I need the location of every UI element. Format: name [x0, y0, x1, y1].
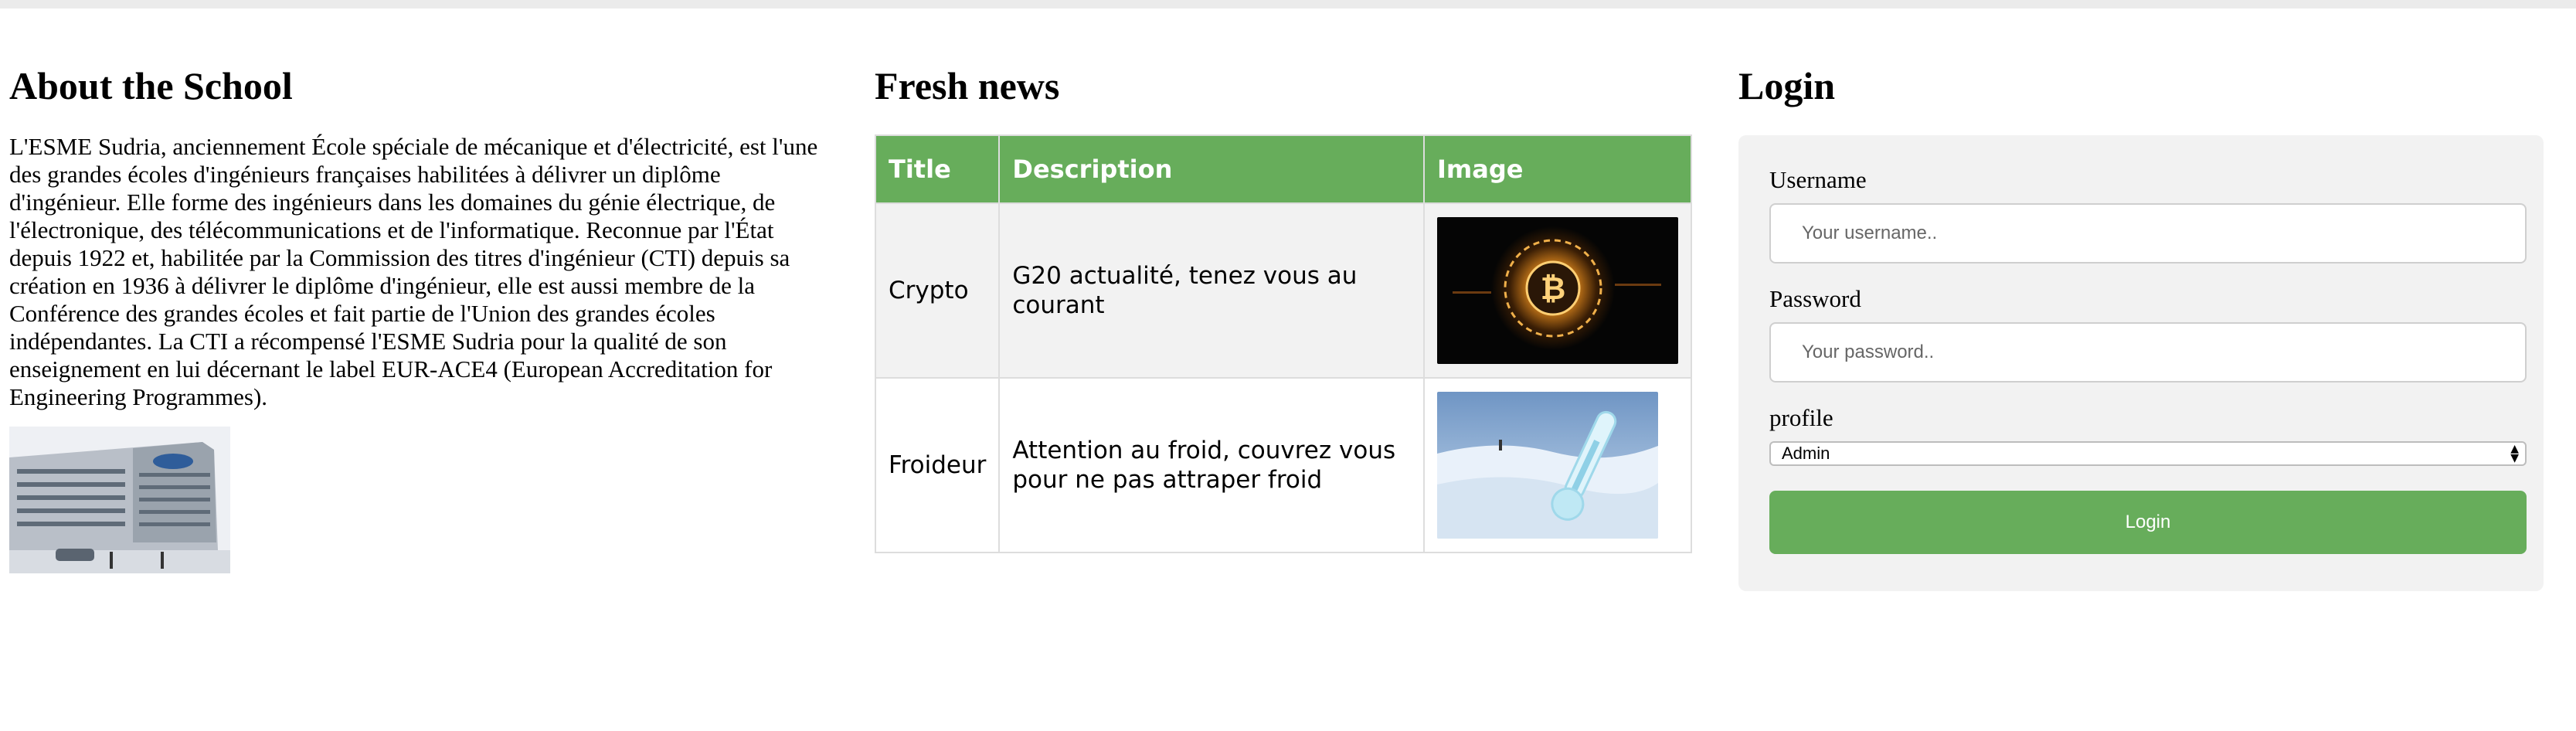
table-row: Crypto G20 actualité, tenez vous au cour…	[874, 202, 1692, 379]
about-title: About the School	[9, 64, 293, 107]
news-table: Title Description Image Crypto G20 actua…	[874, 134, 1692, 553]
select-arrows-icon: ▲ ▼	[2510, 443, 2519, 464]
profile-select[interactable]: Admin ▲ ▼	[1769, 441, 2527, 466]
table-row: Froideur Attention au froid, couvrez vou…	[874, 377, 1692, 553]
news-item-description: G20 actualité, tenez vous au courant	[998, 202, 1425, 379]
profile-select-value: Admin	[1782, 444, 1830, 463]
username-input[interactable]	[1769, 203, 2527, 264]
about-section: About the School L'ESME Sudria, ancienne…	[9, 60, 828, 573]
news-item-title: Crypto	[874, 202, 1001, 379]
school-building-image	[9, 427, 230, 573]
news-item-image-cell: ₿	[1423, 202, 1692, 379]
news-item-title: Froideur	[874, 377, 1001, 553]
frozen-thermometer-image	[1437, 392, 1658, 539]
login-button[interactable]: Login	[1769, 491, 2527, 554]
news-item-image-cell	[1423, 377, 1692, 553]
login-title: Login	[1738, 64, 1836, 107]
top-bar	[0, 0, 2576, 8]
bitcoin-image: ₿	[1437, 217, 1678, 364]
column-header-description: Description	[998, 134, 1425, 204]
login-form: Username Password profile Admin ▲▼ Login	[1738, 135, 2544, 591]
column-header-title: Title	[874, 134, 1001, 204]
news-item-description: Attention au froid, couvrez vous pour ne…	[998, 377, 1425, 553]
news-title: Fresh news	[875, 64, 1060, 107]
column-header-image: Image	[1423, 134, 1692, 204]
login-section: Login Username Password profile Admin ▲▼…	[1738, 60, 2574, 591]
password-label: Password	[1769, 285, 1861, 312]
password-input[interactable]	[1769, 322, 2527, 382]
svg-text:₿: ₿	[1541, 271, 1566, 307]
news-table-header-row: Title Description Image	[874, 134, 1692, 204]
about-paragraph: L'ESME Sudria, anciennement École spécia…	[9, 133, 818, 410]
username-label: Username	[1769, 166, 1867, 193]
news-section: Fresh news Title Description Image Crypt…	[874, 60, 1692, 553]
profile-label: profile	[1769, 404, 1833, 431]
